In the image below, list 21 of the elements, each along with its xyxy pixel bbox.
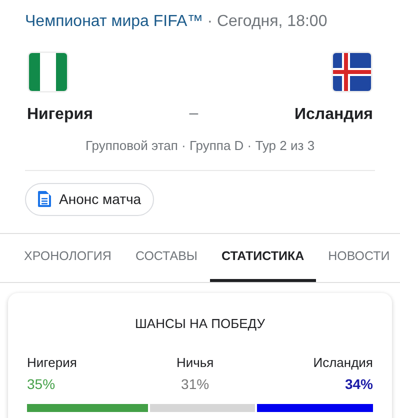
outcome-name: Ничья <box>176 354 214 372</box>
document-icon <box>38 191 51 207</box>
competition-link[interactable]: Чемпионат мира FIFA™ <box>25 10 204 34</box>
flag-icon <box>27 51 69 93</box>
outcome-percent: 31% <box>181 375 210 394</box>
match-preview-chip[interactable]: Анонс матча <box>25 182 154 216</box>
score-separator: – <box>189 104 198 124</box>
team-name: Исландия <box>294 105 373 125</box>
flag-icon <box>330 51 373 93</box>
tab[interactable]: СОСТАВЫ <box>123 234 210 282</box>
outcome-percent: 34% <box>344 375 373 394</box>
match-time: · Сегодня, 18:00 <box>207 12 328 32</box>
stage-info: Групповой этап · Группа D · Тур 2 из 3 <box>85 138 315 153</box>
outcome-percent: 35% <box>27 375 56 394</box>
tab[interactable]: НОВОСТИ <box>316 234 400 282</box>
tab[interactable]: СТАТИСТИКА <box>210 234 316 282</box>
team-name: Нигерия <box>27 105 93 125</box>
card-title: ШАНСЫ НА ПОБЕДУ <box>134 316 266 330</box>
tab[interactable]: ХРОНОЛОГИЯ <box>12 234 124 282</box>
outcome-name: Исландия <box>313 354 373 372</box>
outcome-name: Нигерия <box>27 354 77 372</box>
